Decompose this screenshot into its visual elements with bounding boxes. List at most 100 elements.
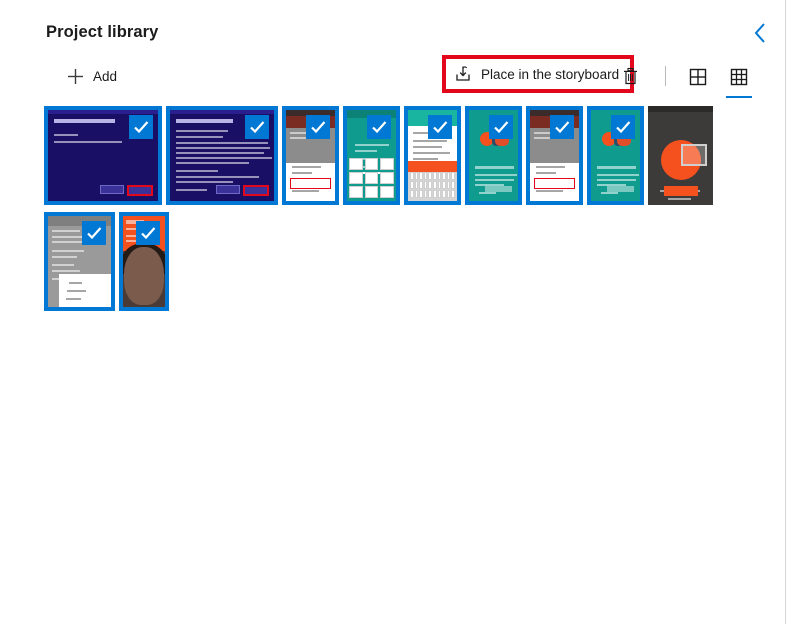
thumb-dialog-buttons (216, 185, 269, 196)
checkmark-icon (311, 121, 326, 134)
selection-checkbox[interactable] (550, 115, 574, 139)
thumb-button (485, 186, 512, 192)
grid-2x2-icon (689, 68, 707, 86)
thumb-key (442, 190, 446, 198)
thumb-photo-portrait[interactable] (119, 212, 169, 311)
thumb-settings-menu[interactable] (44, 212, 115, 311)
thumb-key (410, 190, 414, 198)
chevron-left-icon (754, 23, 765, 43)
thumb-text-line (176, 181, 234, 183)
thumb-text-line (601, 192, 619, 194)
view-toggle-small-thumbnails[interactable] (721, 60, 757, 98)
thumb-key (364, 158, 379, 170)
thumb-key (414, 190, 419, 198)
panel-divider (785, 0, 786, 624)
thumb-dialog-title (54, 119, 115, 123)
thumb-key (380, 158, 394, 170)
thumb-text-line (475, 174, 517, 176)
checkmark-icon (134, 121, 149, 134)
thumb-text-line (54, 141, 123, 143)
thumb-keyboard (349, 158, 394, 198)
thumb-text-line (52, 256, 78, 258)
selection-checkbox[interactable] (428, 115, 452, 139)
selection-checkbox[interactable] (82, 221, 106, 245)
selection-checkbox[interactable] (489, 115, 513, 139)
thumb-key (423, 190, 428, 198)
selection-checkbox[interactable] (367, 115, 391, 139)
thumb-key (414, 172, 419, 180)
place-in-storyboard-button[interactable]: Place in the storyboard (446, 59, 630, 89)
thumb-text-line (536, 166, 566, 169)
thumb-key (380, 186, 394, 198)
thumb-text-line (597, 174, 639, 176)
thumb-dark-alert-screen (648, 106, 713, 205)
thumb-text-line (176, 162, 249, 164)
checkmark-icon (372, 121, 387, 134)
thumb-text-line (176, 189, 208, 191)
thumb-dialog-buttons (100, 185, 153, 196)
thumb-key (380, 172, 394, 184)
thumb-text-line (176, 176, 260, 178)
thumb-text-line (52, 264, 75, 266)
thumb-key (437, 172, 442, 180)
thumb-key (423, 181, 428, 189)
checkmark-icon (141, 227, 156, 240)
thumb-text-line (176, 136, 223, 138)
thumb-text-line (597, 166, 637, 169)
thumb-mobile-grey-2[interactable] (526, 106, 583, 205)
thumb-key (451, 190, 455, 198)
thumb-text-line (290, 137, 308, 139)
thumb-key (432, 181, 437, 189)
thumb-key (446, 190, 451, 198)
thumb-navy-dialog-2[interactable] (166, 106, 278, 205)
checkmark-icon (555, 121, 570, 134)
thumb-key (349, 186, 363, 198)
thumb-key (432, 172, 437, 180)
thumb-key (349, 158, 363, 170)
thumb-selection-rect (680, 144, 707, 166)
thumb-titlebar (170, 110, 274, 114)
thumb-form-keyboard[interactable] (404, 106, 461, 205)
place-in-storyboard-label: Place in the storyboard (481, 66, 620, 82)
thumb-text-line (176, 147, 270, 149)
thumb-teal-illus-2[interactable] (587, 106, 644, 205)
thumb-text-line (65, 297, 81, 300)
command-bar: Add Place in the storyboard (46, 55, 763, 98)
selection-checkbox[interactable] (129, 115, 153, 139)
thumb-dialog-title (176, 119, 234, 123)
thumb-text-line (69, 281, 82, 284)
thumb-text-line (413, 152, 450, 154)
delete-button[interactable] (614, 60, 647, 92)
thumb-key (432, 190, 437, 198)
thumb-teal-keypad[interactable] (343, 106, 400, 205)
selection-checkbox[interactable] (611, 115, 635, 139)
thumb-key (437, 181, 442, 189)
selection-checkbox[interactable] (306, 115, 330, 139)
view-toggle-large-thumbnails[interactable] (680, 60, 716, 94)
thumb-dark-alert[interactable] (648, 106, 713, 205)
selection-checkbox[interactable] (245, 115, 269, 139)
thumb-key (428, 172, 432, 180)
thumb-teal-illus-1[interactable] (465, 106, 522, 205)
selection-checkbox[interactable] (136, 221, 160, 245)
thumb-highlight-box (534, 178, 575, 189)
add-button[interactable]: Add (57, 60, 127, 92)
thumb-highlight-box (290, 178, 331, 189)
checkmark-icon (87, 227, 102, 240)
trash-icon (624, 67, 637, 84)
thumb-key (364, 186, 379, 198)
thumb-key (423, 172, 428, 180)
thumb-button (607, 186, 634, 192)
thumb-key (428, 190, 432, 198)
thumb-key (446, 172, 451, 180)
thumbnail-preview (648, 106, 713, 205)
thumb-key (442, 181, 446, 189)
thumb-key (414, 181, 419, 189)
thumb-navy-dialog-1[interactable] (44, 106, 162, 205)
thumb-cta-button (663, 186, 698, 196)
collapse-panel-button[interactable] (745, 18, 775, 48)
thumb-titlebar (48, 110, 158, 114)
thumb-text-line (413, 132, 428, 134)
add-button-label: Add (93, 68, 118, 84)
thumb-mobile-grey-1[interactable] (282, 106, 339, 205)
